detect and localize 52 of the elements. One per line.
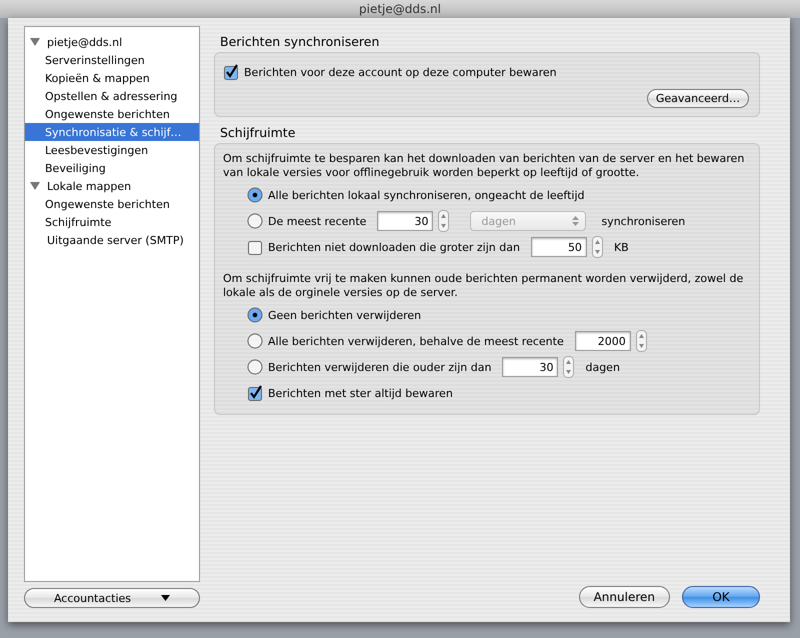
tree-item[interactable]: pietje@dds.nl	[25, 33, 199, 51]
section-title: Schijfruimte	[220, 125, 296, 140]
unit-label: dagen	[585, 360, 620, 374]
checkbox[interactable]	[223, 64, 239, 80]
unit-label: synchroniseren	[601, 214, 686, 228]
radio-button[interactable]	[247, 187, 263, 203]
updown-arrows-icon	[572, 215, 580, 227]
number-field[interactable]: 30	[377, 211, 434, 231]
account-actions-button[interactable]: Accountacties	[24, 588, 200, 608]
number-field[interactable]: 2000	[574, 331, 631, 351]
checkbox[interactable]	[247, 239, 263, 255]
option-label: Alle berichten verwijderen, behalve de meest recente	[268, 334, 564, 348]
radio-button[interactable]	[247, 359, 263, 375]
number-field[interactable]: 30	[502, 357, 558, 377]
section-title: Berichten synchroniseren	[220, 34, 380, 49]
option-label: Berichten met ster altijd bewaren	[268, 386, 453, 400]
window-title: pietje@dds.nl	[0, 0, 800, 18]
stepper[interactable]	[438, 210, 450, 232]
tree-item[interactable]: Serverinstellingen	[25, 51, 199, 69]
description: Om schijfruimte te besparen kan het downloaden van berichten van de server en het bewaren van lokale versies voor offlinegebruik worden beperkt op leeftijd of grootte.	[223, 152, 746, 180]
number-field[interactable]: 50	[530, 237, 587, 257]
radio-button[interactable]	[247, 213, 263, 229]
dropdown-arrow-icon	[161, 595, 170, 601]
tree-item[interactable]: Uitgaande server (SMTP)	[25, 231, 199, 249]
description: Om schijfruimte vrij te maken kunnen oude berichten permanent worden verwijderd, zowel de lokale als de orginele versies op de server.	[223, 272, 744, 300]
option-label: Berichten niet downloaden die groter zijn dan	[268, 240, 520, 254]
dialog-button[interactable]: Annuleren	[578, 586, 670, 608]
disclosure-triangle-icon[interactable]	[29, 37, 41, 47]
option-label: Berichten verwijderen die ouder zijn dan	[268, 360, 492, 374]
option-label: Berichten voor deze account op deze computer bewaren	[244, 66, 557, 78]
unit-label: KB	[614, 240, 629, 254]
tree-item[interactable]: Leesbevestigingen	[25, 141, 199, 159]
disclosure-triangle-icon[interactable]	[29, 181, 41, 191]
tree-item[interactable]: Ongewenste berichten	[25, 195, 199, 213]
tree-item[interactable]: Kopieën & mappen	[25, 69, 199, 87]
tree-item[interactable]: Synchronisatie & schijf…	[25, 123, 199, 141]
tree-item[interactable]: Lokale mappen	[25, 177, 199, 195]
option-label: Geen berichten verwijderen	[268, 308, 422, 322]
radio-button[interactable]	[247, 333, 263, 349]
checkbox[interactable]	[247, 385, 263, 401]
stepper[interactable]	[592, 236, 603, 258]
tree-item[interactable]: Beveiliging	[25, 159, 199, 177]
dialog-button[interactable]: OK	[682, 586, 760, 608]
option-label: Alle berichten lokaal synchroniseren, ongeacht de leeftijd	[268, 188, 585, 202]
tree-item[interactable]: Ongewenste berichten	[25, 105, 199, 123]
radio-button[interactable]	[247, 307, 263, 323]
stepper[interactable]	[636, 330, 647, 352]
advanced-button[interactable]: Geavanceerd…	[646, 89, 749, 108]
tree-item[interactable]: Schijfruimte	[25, 213, 199, 231]
stepper[interactable]	[563, 356, 574, 378]
option-label: De meest recente	[268, 214, 366, 228]
tree-item[interactable]: Opstellen & adressering	[25, 87, 199, 105]
